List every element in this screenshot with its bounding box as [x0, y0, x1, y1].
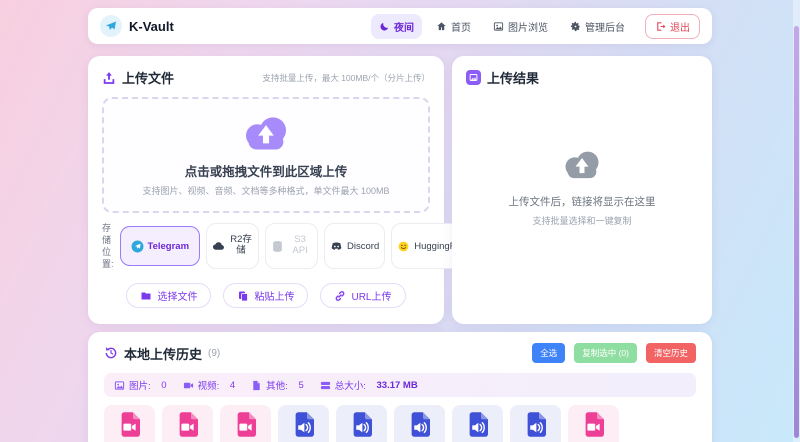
storage-option-discord[interactable]: Discord	[324, 223, 386, 269]
app-logo[interactable]: K-Vault	[100, 15, 174, 37]
url-upload-button[interactable]: URL上传	[320, 283, 406, 308]
scrollbar-thumb[interactable]	[794, 26, 799, 438]
nav-image-browse[interactable]: 图片浏览	[485, 14, 556, 39]
folder-icon	[141, 292, 151, 299]
clipboard-icon	[239, 291, 249, 301]
dropzone-subtitle: 支持图片、视频、音频、文档等多种格式，单文件最大 100MB	[142, 186, 390, 196]
app-title: K-Vault	[129, 18, 174, 34]
choose-file-button[interactable]: 选择文件	[126, 283, 212, 308]
cloud-upload-gray-icon	[565, 151, 599, 178]
storage-option-s3[interactable]: S3 API	[265, 223, 319, 269]
stat-total-size: 总大小: 33.17 MB	[320, 378, 418, 392]
link-icon	[336, 290, 345, 301]
history-panel: 本地上传历史 (9) 全选 复制选中 (0) 清空历史 图片: 0 视频: 4 …	[88, 332, 712, 442]
file-dropzone[interactable]: 点击或拖拽文件到此区域上传 支持图片、视频、音频、文档等多种格式，单文件最大 1…	[102, 97, 430, 213]
history-panel-title: 本地上传历史	[124, 346, 203, 362]
file-card[interactable]: MP4	[162, 405, 213, 442]
nav-home[interactable]: 首页	[428, 14, 479, 39]
result-panel-title: 上传结果	[487, 71, 540, 86]
stat-images: 图片: 0	[114, 378, 167, 392]
nav-logout[interactable]: 退出	[645, 13, 700, 39]
file-type-icon	[121, 412, 140, 437]
file-type-icon	[295, 412, 314, 437]
file-card[interactable]: MP3	[452, 405, 503, 442]
history-stats-bar: 图片: 0 视频: 4 其他: 5 总大小: 33.17 MB	[104, 373, 696, 397]
telegram-icon	[131, 240, 143, 252]
file-type-icon	[179, 412, 198, 437]
app-header: K-Vault 夜间 首页 图片浏览 管理后台 退出	[88, 8, 712, 44]
storage-option-telegram[interactable]: Telegram	[119, 226, 201, 266]
page-scrollbar[interactable]	[793, 0, 800, 442]
file-type-icon	[411, 412, 430, 437]
history-files-row: MP4 MP4 MP4 MP3	[104, 405, 696, 442]
result-image-icon	[466, 70, 481, 85]
file-type-icon	[237, 412, 256, 437]
result-panel: 上传结果 上传文件后，链接将显示在这里 支持批量选择和一键复制	[452, 56, 712, 324]
history-clock-icon	[105, 347, 117, 359]
discord-icon	[331, 241, 342, 250]
moon-icon	[380, 22, 389, 30]
huggingface-icon	[398, 241, 409, 251]
logout-icon	[657, 21, 666, 31]
clear-history-button[interactable]: 清空历史	[645, 343, 696, 363]
storage-label: 存储位置:	[102, 222, 114, 270]
gear-icon	[570, 21, 580, 31]
copy-selected-button[interactable]: 复制选中 (0)	[574, 343, 637, 363]
history-count: (9)	[208, 347, 221, 359]
file-card[interactable]: MP3	[336, 405, 387, 442]
file-stat-icon	[253, 380, 260, 390]
result-empty-subtitle: 支持批量选择和一键复制	[532, 215, 632, 226]
storage-option-r2[interactable]: R2存储	[206, 223, 260, 269]
image-stat-icon	[114, 380, 125, 390]
paper-plane-logo-icon	[100, 15, 122, 37]
file-card[interactable]: MP4	[220, 405, 271, 442]
select-all-button[interactable]: 全选	[532, 343, 566, 363]
image-icon	[493, 21, 504, 31]
stat-videos: 视频: 4	[183, 378, 235, 392]
cloud-upload-icon	[246, 117, 286, 150]
file-type-icon	[585, 412, 604, 437]
file-type-icon	[527, 412, 546, 437]
file-card[interactable]: MP3	[510, 405, 561, 442]
database-icon	[273, 240, 282, 252]
result-empty-title: 上传文件后，链接将显示在这里	[508, 195, 656, 208]
file-card[interactable]: MP3	[394, 405, 445, 442]
cloud-icon	[212, 241, 225, 250]
upload-tray-icon	[103, 71, 115, 84]
video-stat-icon	[183, 382, 193, 388]
file-card[interactable]: MP3	[278, 405, 329, 442]
nav-night-mode[interactable]: 夜间	[371, 13, 422, 39]
paste-upload-button[interactable]: 粘贴上传	[223, 283, 309, 308]
file-type-icon	[353, 412, 372, 437]
upload-panel-title: 上传文件	[122, 71, 175, 86]
storage-stat-icon	[320, 381, 330, 389]
upload-panel: 上传文件 支持批量上传，最大 100MB/个（分片上传） 点击或拖拽文件到此区域…	[88, 56, 477, 324]
upload-limit-hint: 支持批量上传，最大 100MB/个（分片上传）	[262, 72, 430, 83]
file-card[interactable]: MP4	[104, 405, 155, 442]
storage-selector: 存储位置: Telegram R2存储 S3 API Discord Huggi…	[102, 222, 477, 270]
main-nav: 夜间 首页 图片浏览 管理后台 退出	[371, 13, 700, 39]
file-type-icon	[469, 412, 488, 437]
result-empty-state: 上传文件后，链接将显示在这里 支持批量选择和一键复制	[466, 87, 698, 287]
upload-actions: 选择文件 粘贴上传 URL上传	[102, 283, 430, 308]
stat-others: 其他: 5	[251, 378, 304, 392]
dropzone-title: 点击或拖拽文件到此区域上传	[184, 165, 348, 179]
file-card[interactable]: MP4	[568, 405, 619, 442]
nav-admin[interactable]: 管理后台	[562, 14, 633, 39]
home-icon	[437, 21, 446, 30]
